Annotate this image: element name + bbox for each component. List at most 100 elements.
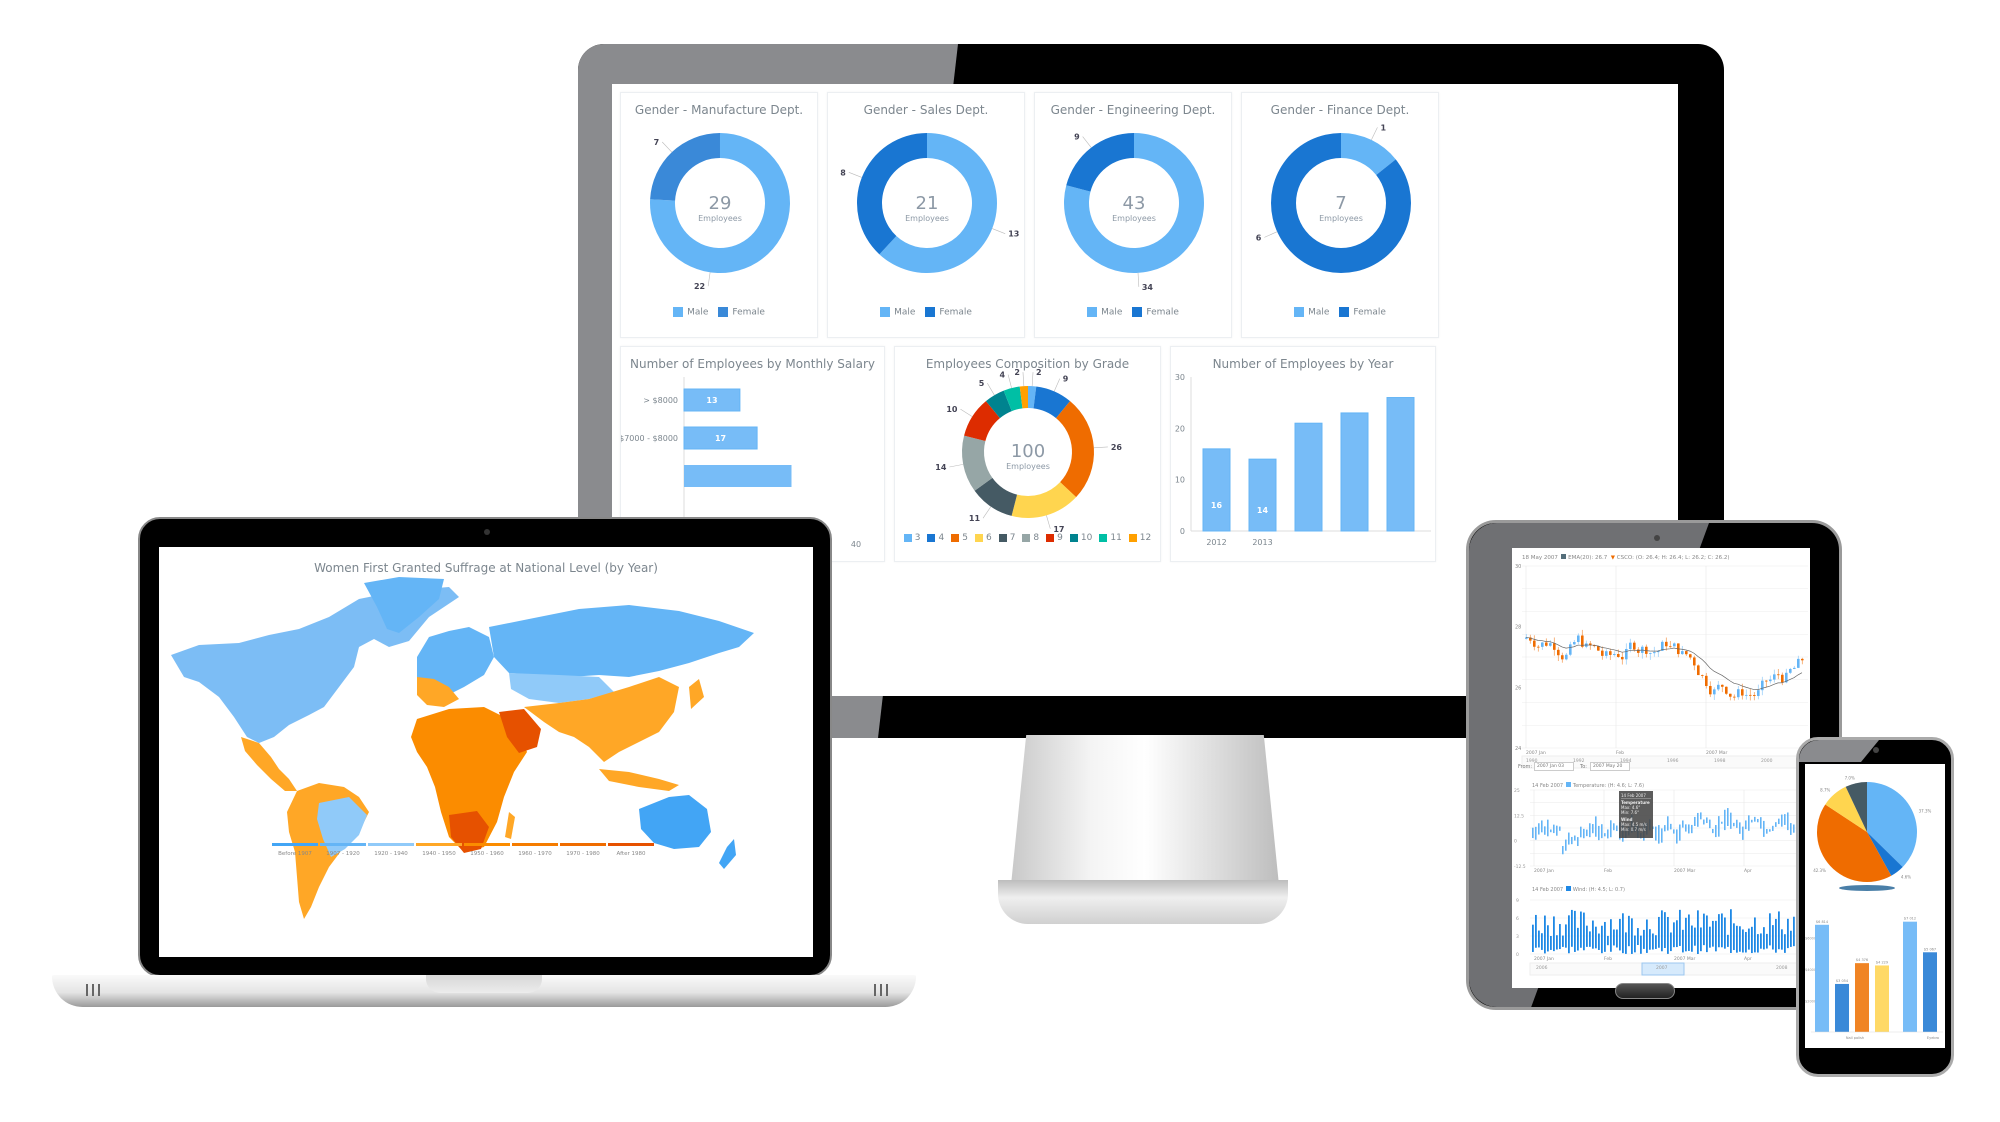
- wind-range-bar[interactable]: [1727, 934, 1729, 947]
- wind-range-bar[interactable]: [1607, 935, 1609, 946]
- legend-item-male[interactable]: Male: [673, 307, 708, 318]
- temperature-range-bar[interactable]: [1766, 829, 1768, 834]
- candle[interactable]: [1653, 652, 1656, 654]
- wind-range-bar[interactable]: [1679, 909, 1681, 946]
- wind-range-bar[interactable]: [1553, 916, 1555, 952]
- year-bar[interactable]: [1340, 412, 1369, 532]
- map-legend-item[interactable]: 1950 - 1960: [464, 843, 510, 857]
- donut-slice-female[interactable]: [650, 133, 720, 201]
- candle[interactable]: [1705, 675, 1708, 686]
- wind-range-bar[interactable]: [1748, 928, 1750, 950]
- temperature-range-bar[interactable]: [1748, 815, 1750, 831]
- temperature-range-bar[interactable]: [1664, 825, 1666, 832]
- wind-range-bar[interactable]: [1628, 915, 1630, 947]
- legend-item-male[interactable]: Male: [880, 307, 915, 318]
- temperature-range-bar[interactable]: [1661, 828, 1663, 843]
- temperature-range-bar[interactable]: [1691, 824, 1693, 834]
- candle[interactable]: [1629, 642, 1632, 649]
- wind-range-bar[interactable]: [1760, 933, 1762, 949]
- temperature-range-bar[interactable]: [1607, 829, 1609, 839]
- candle[interactable]: [1609, 651, 1612, 655]
- wind-range-bar[interactable]: [1589, 931, 1591, 947]
- wind-range-bar[interactable]: [1568, 915, 1570, 954]
- temperature-range-bar[interactable]: [1535, 826, 1537, 840]
- wind-range-bar[interactable]: [1685, 917, 1687, 952]
- wind-range-bar[interactable]: [1649, 929, 1651, 950]
- phone-bar[interactable]: [1923, 952, 1937, 1032]
- candle[interactable]: [1741, 689, 1744, 696]
- grade-legend-item[interactable]: 12: [1128, 533, 1151, 543]
- temperature-range-bar[interactable]: [1565, 839, 1567, 851]
- wind-range-bar[interactable]: [1574, 910, 1576, 952]
- wind-range-bar[interactable]: [1661, 910, 1663, 952]
- temperature-range-bar[interactable]: [1580, 826, 1582, 838]
- temperature-range-bar[interactable]: [1598, 825, 1600, 841]
- region-southeast-asia[interactable]: [599, 769, 679, 791]
- wind-range-bar[interactable]: [1733, 923, 1735, 951]
- temperature-range-bar[interactable]: [1532, 827, 1534, 839]
- wind-range-bar[interactable]: [1616, 929, 1618, 948]
- wind-range-bar[interactable]: [1793, 916, 1795, 947]
- temperature-range-bar[interactable]: [1721, 821, 1723, 824]
- temperature-range-bar[interactable]: [1784, 814, 1786, 825]
- wind-range-bar[interactable]: [1709, 926, 1711, 948]
- wind-range-bar[interactable]: [1778, 911, 1780, 950]
- wind-range-bar[interactable]: [1559, 924, 1561, 950]
- candle[interactable]: [1721, 684, 1724, 687]
- map-legend-item[interactable]: 1940 - 1950: [416, 843, 462, 857]
- legend-item-female[interactable]: Female: [1132, 307, 1179, 318]
- temperature-range-bar[interactable]: [1538, 823, 1540, 835]
- temperature-range-bar[interactable]: [1751, 819, 1753, 823]
- wind-range-bar[interactable]: [1652, 933, 1654, 950]
- to-date-input[interactable]: 2007 May 20: [1590, 762, 1630, 771]
- candle[interactable]: [1533, 640, 1536, 647]
- temperature-range-bar[interactable]: [1583, 828, 1585, 839]
- wind-range-bar[interactable]: [1550, 935, 1552, 950]
- wind-range-bar[interactable]: [1643, 929, 1645, 949]
- wind-range-bar[interactable]: [1622, 913, 1624, 954]
- candle[interactable]: [1625, 648, 1628, 660]
- candle[interactable]: [1569, 644, 1572, 655]
- region-russia[interactable]: [489, 605, 754, 677]
- candle[interactable]: [1737, 689, 1740, 698]
- wind-range-bar[interactable]: [1598, 933, 1600, 950]
- wind-range-bar[interactable]: [1556, 935, 1558, 950]
- salary-bar[interactable]: [684, 465, 792, 487]
- wind-range-bar[interactable]: [1739, 926, 1741, 952]
- from-date-input[interactable]: 2007 Jan 03: [1534, 762, 1574, 771]
- wind-range-bar[interactable]: [1655, 935, 1657, 949]
- candle[interactable]: [1745, 694, 1748, 696]
- wind-range-bar[interactable]: [1637, 928, 1639, 946]
- year-bar[interactable]: [1248, 458, 1277, 532]
- grade-legend-item[interactable]: 7: [998, 533, 1015, 543]
- candle[interactable]: [1725, 686, 1728, 694]
- candle[interactable]: [1637, 649, 1640, 653]
- wind-range-bar[interactable]: [1532, 924, 1534, 952]
- temperature-range-bar[interactable]: [1697, 812, 1699, 827]
- temperature-range-bar[interactable]: [1613, 823, 1615, 831]
- candle[interactable]: [1753, 695, 1756, 697]
- map-legend-item[interactable]: 1960 - 1970: [512, 843, 558, 857]
- temperature-range-bar[interactable]: [1577, 837, 1579, 847]
- wind-range-bar[interactable]: [1751, 926, 1753, 954]
- grade-legend-item[interactable]: 6: [974, 533, 992, 543]
- wind-range-bar[interactable]: [1658, 916, 1660, 948]
- temperature-range-bar[interactable]: [1772, 825, 1774, 831]
- wind-range-bar[interactable]: [1538, 930, 1540, 948]
- candle[interactable]: [1789, 668, 1792, 673]
- temperature-range-bar[interactable]: [1658, 825, 1660, 844]
- temperature-range-bar[interactable]: [1730, 812, 1732, 829]
- candle[interactable]: [1557, 649, 1560, 656]
- candle[interactable]: [1549, 643, 1552, 646]
- map-legend-item[interactable]: After 1980: [608, 843, 654, 857]
- candle[interactable]: [1769, 679, 1772, 682]
- candle[interactable]: [1541, 642, 1544, 647]
- phone-bar[interactable]: [1855, 963, 1869, 1032]
- candle[interactable]: [1633, 642, 1636, 650]
- wind-range-bar[interactable]: [1595, 926, 1597, 949]
- candle[interactable]: [1553, 643, 1556, 650]
- temperature-range-bar[interactable]: [1715, 825, 1717, 838]
- wind-range-bar[interactable]: [1694, 927, 1696, 946]
- grade-legend-item[interactable]: 5: [951, 533, 968, 543]
- temperature-range-bar[interactable]: [1688, 824, 1690, 834]
